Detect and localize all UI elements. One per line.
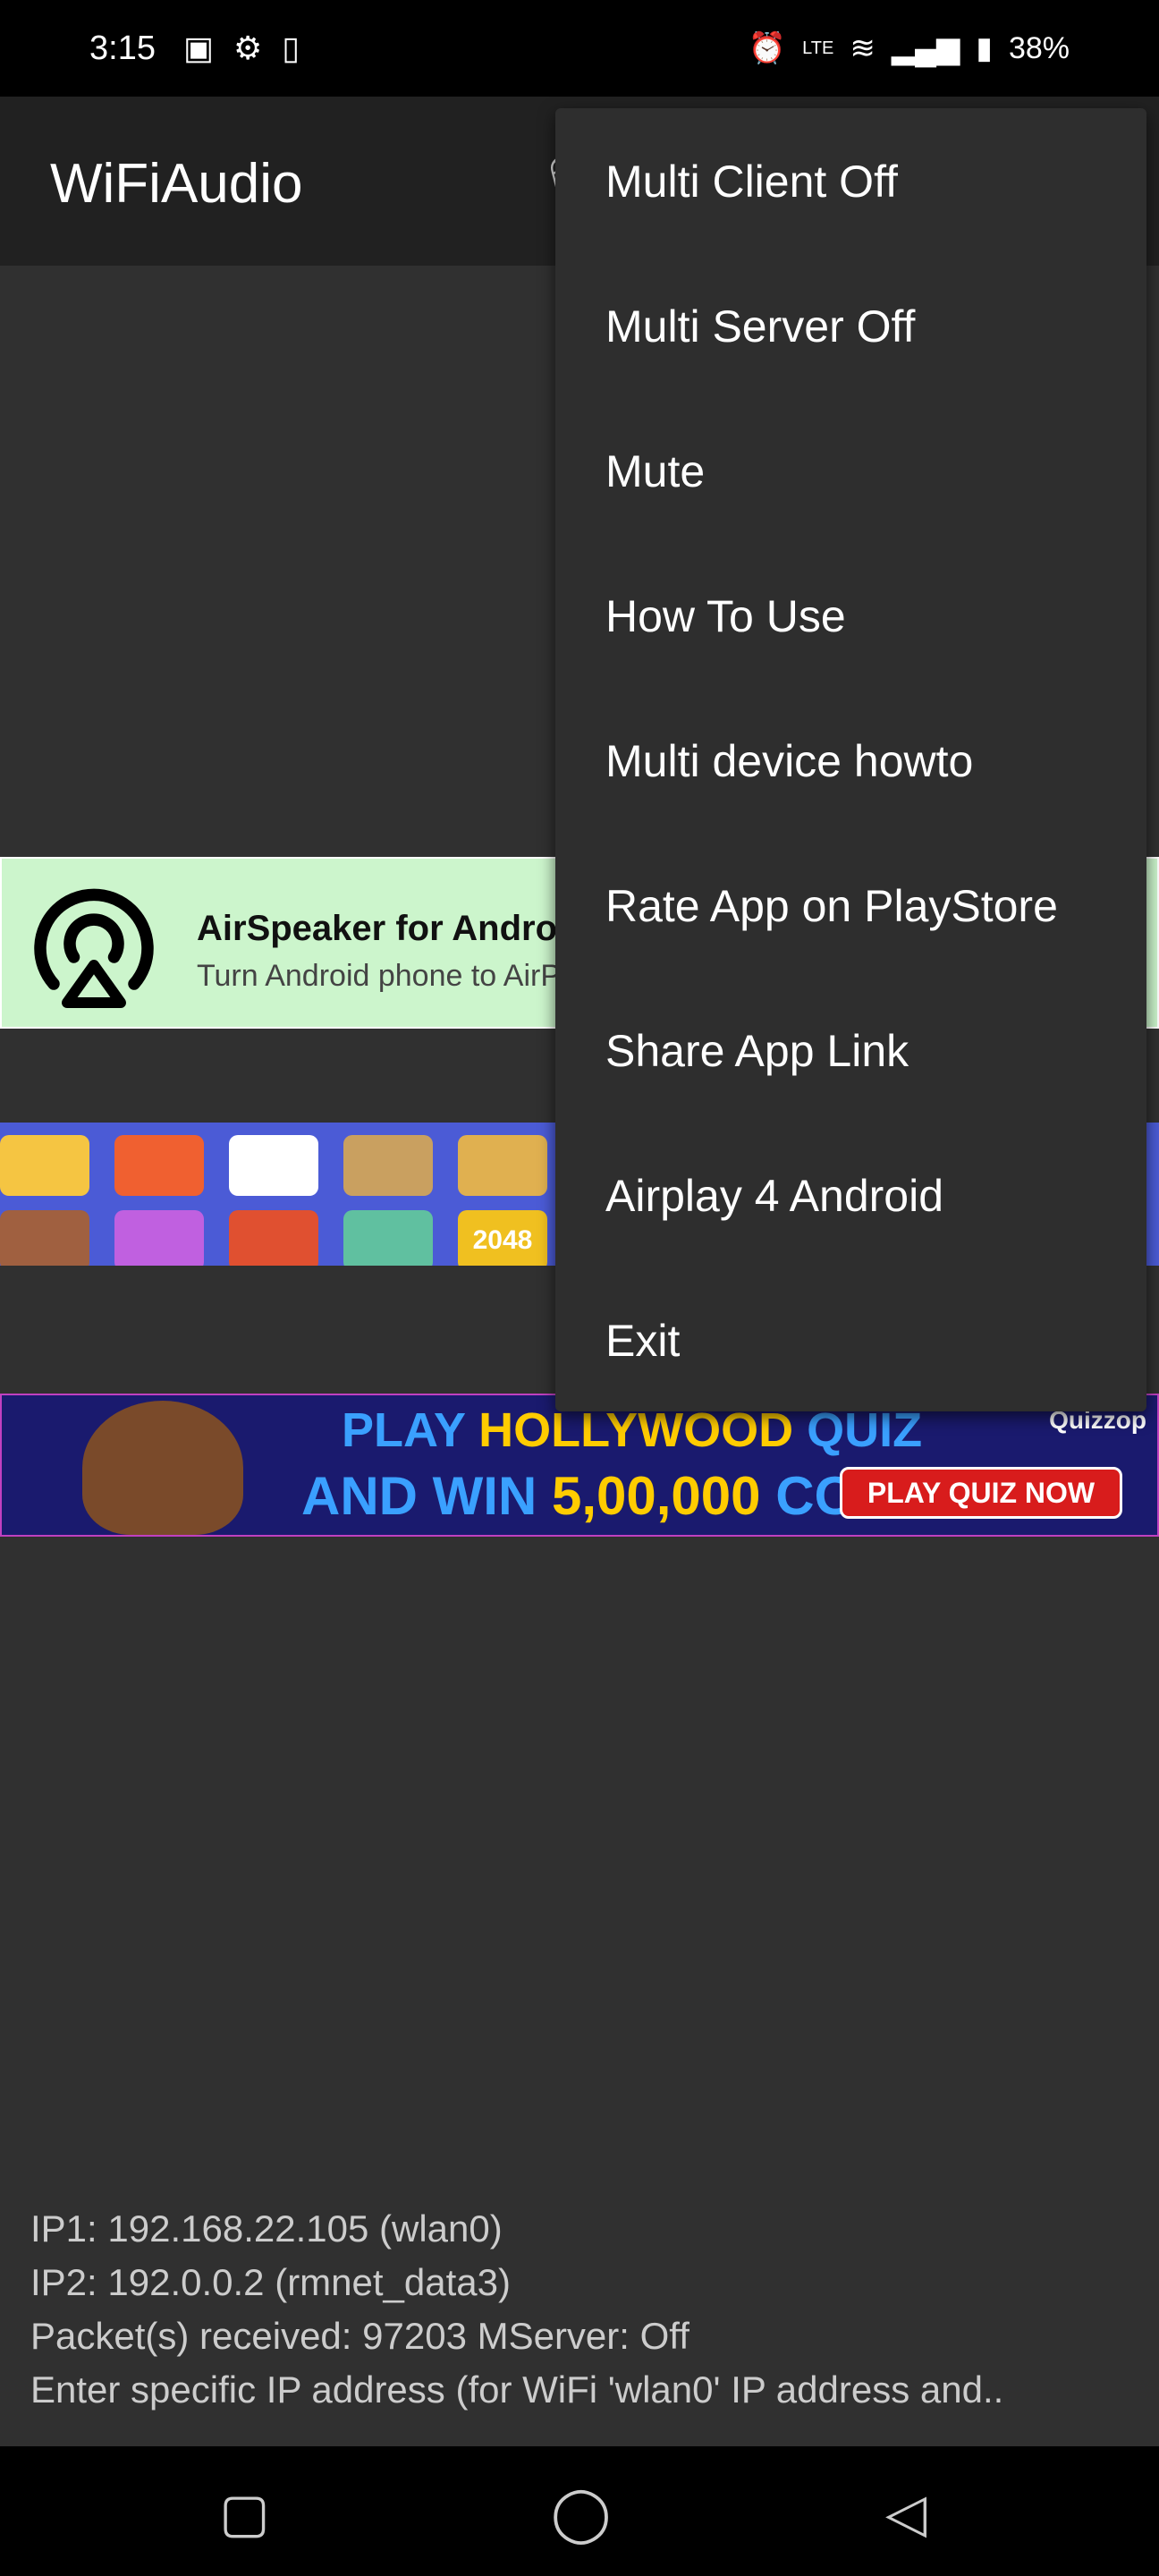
celebrity-portrait: [82, 1401, 243, 1535]
menu-item-mute[interactable]: Mute: [555, 434, 1146, 579]
game-tile: [458, 1135, 547, 1196]
speaker-icon: ▯: [282, 30, 300, 66]
ad-title: AirSpeaker for Android: [197, 909, 589, 948]
battery-charging-icon: ▮: [976, 31, 993, 65]
game-tile: [229, 1210, 318, 1266]
game-tile: [343, 1135, 433, 1196]
gear-icon: ⚙: [233, 30, 263, 66]
wifi-icon: ≋: [850, 31, 876, 65]
menu-item-exit[interactable]: Exit: [555, 1303, 1146, 1448]
recents-icon[interactable]: ▢: [219, 2482, 270, 2545]
teams-icon: ▣: [183, 30, 215, 66]
game-tile: [343, 1210, 433, 1266]
game-tile: [229, 1135, 318, 1196]
connection-info: IP1: 192.168.22.105 (wlan0) IP2: 192.0.0…: [30, 2202, 1003, 2417]
battery-level: 38%: [1008, 30, 1070, 65]
game-tile: [114, 1135, 204, 1196]
game-tile: [114, 1210, 204, 1266]
game-tile-2048: 2048: [458, 1210, 547, 1266]
menu-item-share-link[interactable]: Share App Link: [555, 1013, 1146, 1158]
ip2-text: IP2: 192.0.0.2 (rmnet_data3): [30, 2261, 511, 2303]
navigation-bar: ▢ ◯ ◁: [0, 2446, 1159, 2576]
app-title: WiFiAudio: [50, 153, 303, 215]
menu-item-multi-server[interactable]: Multi Server Off: [555, 289, 1146, 434]
airplay-audio-icon: [34, 888, 154, 1008]
home-icon[interactable]: ◯: [551, 2482, 611, 2545]
ad-subtitle: Turn Android phone to AirPlay: [197, 959, 600, 993]
alarm-icon: ⏰: [748, 31, 787, 65]
packets-text: Packet(s) received: 97203 MServer: Off: [30, 2315, 689, 2357]
menu-item-multi-client[interactable]: Multi Client Off: [555, 144, 1146, 289]
volte-icon: LTE: [802, 38, 834, 58]
signal-icon: ▂▄▆: [891, 31, 960, 65]
game-tile: [0, 1135, 89, 1196]
clock: 3:15: [89, 29, 156, 67]
game-tile: [0, 1210, 89, 1266]
menu-item-rate-app[interactable]: Rate App on PlayStore: [555, 869, 1146, 1013]
back-icon[interactable]: ◁: [885, 2482, 926, 2545]
menu-item-multi-device-howto[interactable]: Multi device howto: [555, 724, 1146, 869]
menu-item-how-to-use[interactable]: How To Use: [555, 579, 1146, 724]
play-quiz-button[interactable]: PLAY QUIZ NOW: [840, 1467, 1122, 1519]
ip-entry-hint[interactable]: Enter specific IP address (for WiFi 'wla…: [30, 2363, 1003, 2417]
ip1-text: IP1: 192.168.22.105 (wlan0): [30, 2207, 503, 2250]
status-bar: 3:15 ▣ ⚙ ▯ ⏰ LTE ≋ ▂▄▆ ▮ 38%: [0, 0, 1159, 97]
menu-item-airplay[interactable]: Airplay 4 Android: [555, 1158, 1146, 1303]
overflow-menu: Multi Client Off Multi Server Off Mute H…: [555, 108, 1146, 1411]
